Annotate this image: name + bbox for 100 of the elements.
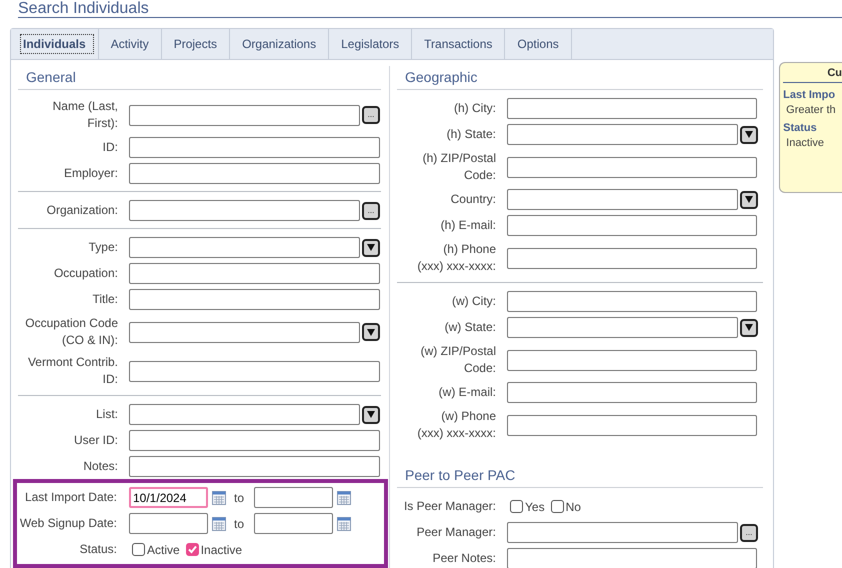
dropdown-field[interactable] xyxy=(129,322,360,342)
tab[interactable]: Individuals xyxy=(15,29,99,59)
section-heading: Peer to Peer PAC xyxy=(397,464,763,488)
input-field[interactable] xyxy=(507,548,757,568)
input-field[interactable] xyxy=(129,456,380,477)
input-field[interactable] xyxy=(507,98,757,119)
range-separator: to xyxy=(234,516,244,530)
field-label: Peer Manager: xyxy=(416,524,496,541)
dropdown-button[interactable] xyxy=(362,238,380,256)
dropdown-field[interactable] xyxy=(507,317,738,338)
checkbox[interactable] xyxy=(132,543,145,556)
field-label: (w) ZIP/Postal Code: xyxy=(420,343,496,377)
field-label: Organization: xyxy=(46,202,118,219)
field-label: (h) City: xyxy=(454,100,496,117)
caret-icon xyxy=(367,411,375,418)
field-label: Type: xyxy=(88,239,118,256)
dropdown-button[interactable] xyxy=(362,323,380,341)
dropdown-field[interactable] xyxy=(507,189,738,210)
checkbox-label: No xyxy=(566,500,581,514)
input-field[interactable] xyxy=(507,522,738,543)
checkbox[interactable] xyxy=(510,500,523,513)
field-label: Employer: xyxy=(64,165,118,182)
lookup-button[interactable]: ... xyxy=(740,524,758,542)
field-label: Occupation Code (CO & IN): xyxy=(24,315,118,349)
caret-icon xyxy=(367,244,375,251)
range-separator: to xyxy=(234,490,244,504)
dropdown-button[interactable] xyxy=(740,126,758,144)
input-field[interactable] xyxy=(507,215,757,236)
date-field[interactable]: 10/1/2024 xyxy=(129,487,208,508)
field-label: Name (Last, First): xyxy=(52,98,118,132)
field-label: Occupation: xyxy=(54,265,118,282)
input-field[interactable] xyxy=(507,291,757,312)
field-label: Web Signup Date: xyxy=(20,515,117,532)
checkbox[interactable] xyxy=(186,543,199,556)
checkbox[interactable] xyxy=(550,500,564,513)
input-field[interactable] xyxy=(507,350,757,370)
input-field[interactable] xyxy=(507,382,757,403)
caret-icon xyxy=(745,196,753,203)
input-field[interactable] xyxy=(129,104,360,126)
field-label: (h) E-mail: xyxy=(440,217,496,234)
field-label: (w) Phone (xxx) xxx-xxxx: xyxy=(416,408,496,442)
date-field[interactable] xyxy=(254,513,334,534)
input-field[interactable] xyxy=(129,200,360,221)
dropdown-field[interactable] xyxy=(129,237,360,258)
section-heading: General xyxy=(18,66,381,90)
card-title: Cu xyxy=(783,67,842,83)
field-label: (w) E-mail: xyxy=(438,384,496,401)
field-label: (w) State: xyxy=(444,319,496,336)
field-label: List: xyxy=(96,406,118,423)
dropdown-button[interactable] xyxy=(740,190,758,208)
criteria-heading: Last Impo xyxy=(783,89,836,101)
input-field[interactable] xyxy=(507,248,757,268)
lookup-button[interactable]: ... xyxy=(362,106,380,124)
field-label: (w) City: xyxy=(452,293,496,310)
input-field[interactable] xyxy=(129,360,380,382)
dropdown-field[interactable] xyxy=(129,404,360,425)
field-label: Notes: xyxy=(83,458,118,475)
caret-icon xyxy=(745,324,753,331)
tab[interactable]: Organizations xyxy=(230,29,330,59)
date-field[interactable] xyxy=(254,487,334,508)
caret-icon xyxy=(367,328,375,336)
field-label: Status: xyxy=(80,541,117,558)
section-heading: Geographic xyxy=(397,66,763,90)
field-label: (h) Phone (xxx) xxx-xxxx: xyxy=(416,241,496,275)
calendar-icon[interactable] xyxy=(212,516,226,530)
criteria-value: Inactive xyxy=(786,137,826,149)
dropdown-button[interactable] xyxy=(740,318,758,336)
field-label: (h) State: xyxy=(446,126,496,143)
dropdown-field[interactable] xyxy=(507,124,738,145)
tab[interactable]: Activity xyxy=(98,29,162,59)
field-label: Title: xyxy=(92,291,118,308)
dropdown-button[interactable] xyxy=(362,406,380,424)
criteria-heading: Status xyxy=(783,122,818,134)
caret-icon xyxy=(745,131,753,138)
date-field[interactable] xyxy=(129,513,208,534)
field-label: (h) ZIP/Postal Code: xyxy=(422,150,496,184)
criteria-value: Greater th xyxy=(786,104,837,116)
input-field[interactable] xyxy=(129,163,380,184)
calendar-icon[interactable] xyxy=(337,516,352,530)
tab[interactable]: Legislators xyxy=(329,29,412,59)
input-field[interactable] xyxy=(507,414,757,436)
tab[interactable]: Options xyxy=(505,29,572,59)
input-field[interactable] xyxy=(129,263,380,284)
calendar-icon[interactable] xyxy=(337,490,352,504)
input-field[interactable] xyxy=(507,156,757,178)
tab[interactable]: Projects xyxy=(162,29,230,59)
field-label: Country: xyxy=(450,191,496,208)
input-field[interactable] xyxy=(129,430,380,451)
checkbox-label: Active xyxy=(147,542,180,556)
field-label: User ID: xyxy=(74,432,118,449)
input-field[interactable] xyxy=(129,137,380,158)
field-label: Is Peer Manager: xyxy=(404,498,496,515)
field-label: ID: xyxy=(102,139,118,156)
input-field[interactable] xyxy=(129,289,380,310)
page-title: Search Individuals xyxy=(18,0,149,17)
checkbox-label: Yes xyxy=(525,500,545,514)
calendar-icon[interactable] xyxy=(212,490,226,504)
checkbox-label: Inactive xyxy=(200,542,242,556)
tab[interactable]: Transactions xyxy=(412,29,506,59)
lookup-button[interactable]: ... xyxy=(362,202,380,220)
